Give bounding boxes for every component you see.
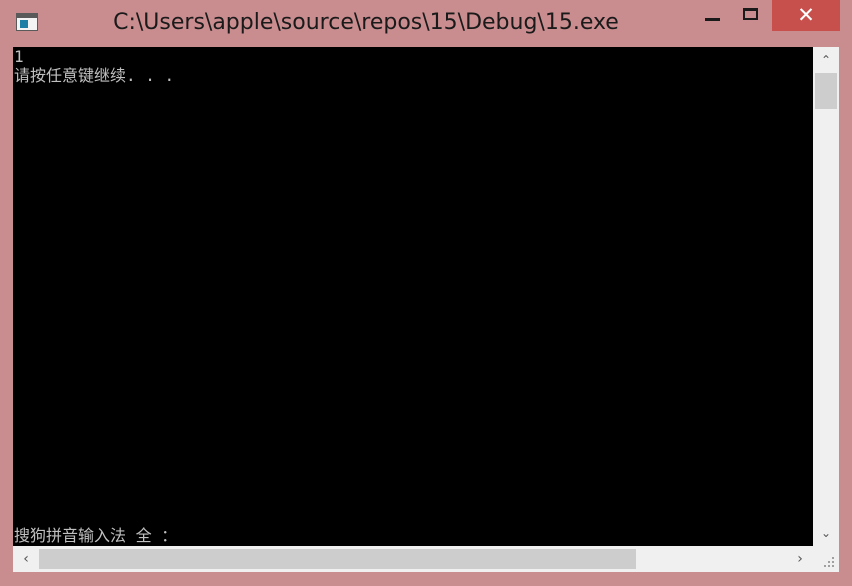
vertical-scroll-thumb[interactable] <box>815 73 837 109</box>
horizontal-scrollbar[interactable]: ‹ › <box>13 546 813 572</box>
scroll-up-icon[interactable]: ⌃ <box>813 47 839 73</box>
window-title: C:\Users\apple\source\repos\15\Debug\15.… <box>113 10 619 35</box>
console-line-prompt: 请按任意键继续. . . <box>14 66 175 85</box>
scroll-down-icon[interactable]: ⌄ <box>813 520 839 546</box>
grip-dot <box>828 561 830 563</box>
scroll-left-icon[interactable]: ‹ <box>13 546 39 572</box>
maximize-button[interactable] <box>736 0 766 31</box>
console-line-output: 1 <box>14 47 24 66</box>
close-button[interactable]: ✕ <box>772 0 840 31</box>
console-output[interactable]: 1 请按任意键继续. . . 搜狗拼音输入法 全 ： <box>13 47 813 546</box>
title-bar[interactable]: C:\Users\apple\source\repos\15\Debug\15.… <box>0 0 852 46</box>
resize-grip[interactable] <box>813 546 839 572</box>
console-window: C:\Users\apple\source\repos\15\Debug\15.… <box>0 0 852 586</box>
maximize-icon <box>743 8 758 20</box>
close-icon: ✕ <box>797 3 815 27</box>
grip-dot <box>832 561 834 563</box>
grip-dot <box>832 565 834 567</box>
scroll-right-icon[interactable]: › <box>787 546 813 572</box>
grip-dot <box>832 557 834 559</box>
minimize-button[interactable] <box>697 0 727 31</box>
horizontal-scroll-thumb[interactable] <box>39 549 636 569</box>
grip-dot <box>828 565 830 567</box>
minimize-icon <box>705 18 720 21</box>
vertical-scrollbar[interactable]: ⌃ ⌄ <box>813 47 839 546</box>
grip-dot <box>824 565 826 567</box>
ime-status-bar: 搜狗拼音输入法 全 ： <box>14 526 178 545</box>
